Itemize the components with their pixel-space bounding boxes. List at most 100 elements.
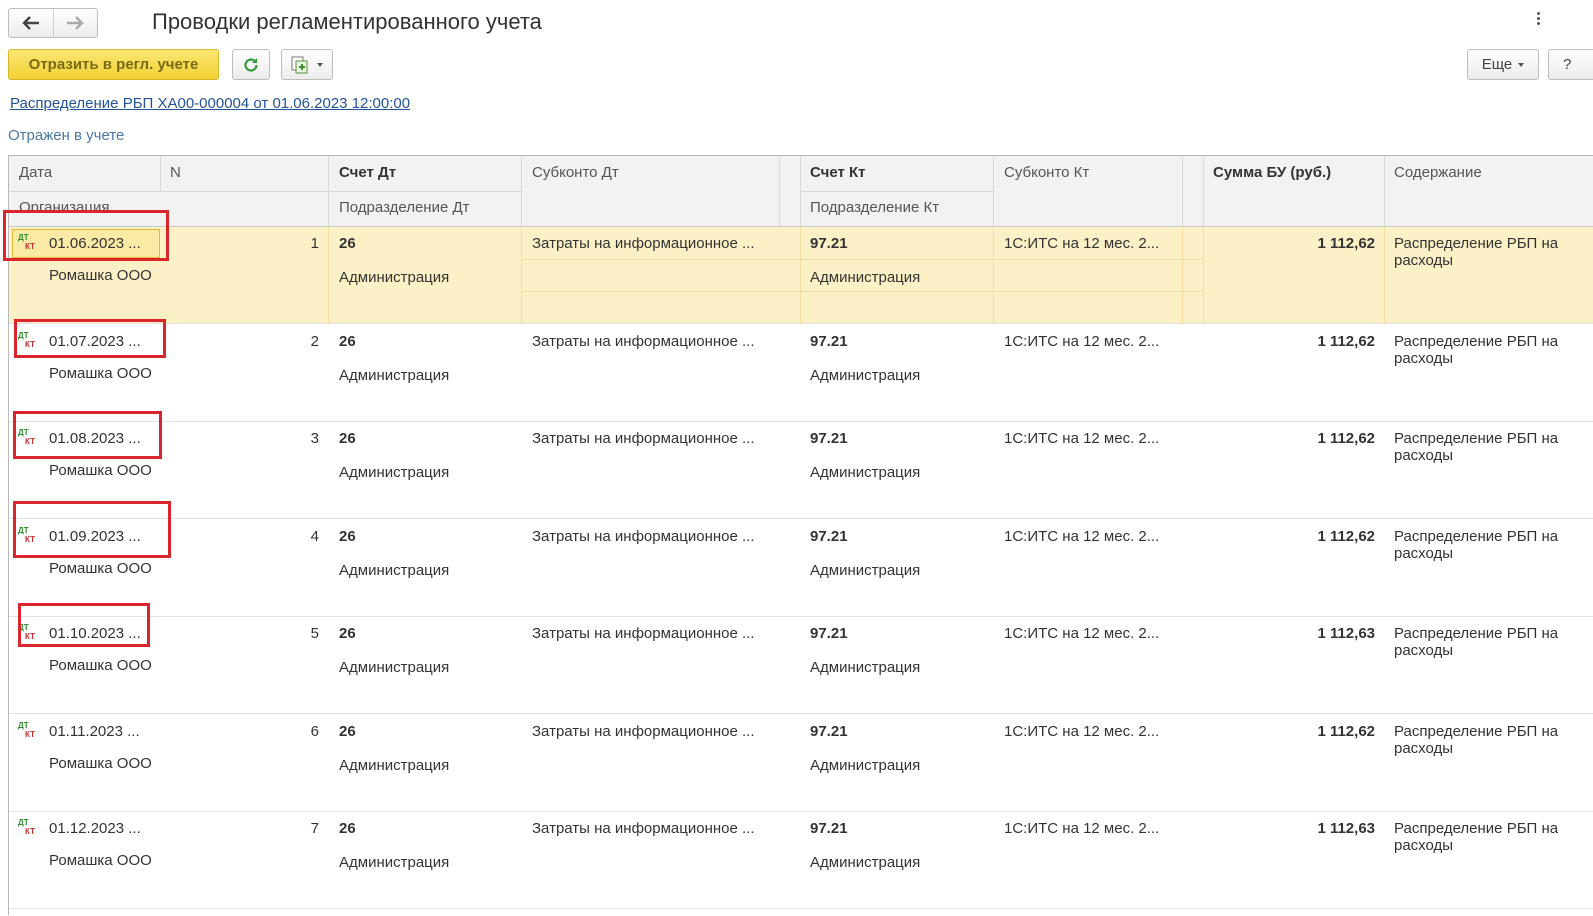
date-cell[interactable]: 01.11.2023 ... bbox=[49, 723, 140, 740]
account-dt-cell[interactable]: 26 bbox=[339, 430, 356, 447]
subconto-dt-cell[interactable]: Затраты на информационное ... bbox=[532, 625, 755, 642]
content-cell-line1[interactable]: Распределение РБП на bbox=[1394, 430, 1558, 447]
number-cell[interactable]: 6 bbox=[259, 723, 319, 740]
table-row[interactable]: ДТ КТ 01.12.2023 ... 7 Ромашка ООО 26 Админист… bbox=[9, 812, 1593, 909]
subconto-kt-cell[interactable]: 1С:ИТС на 12 мес. 2... bbox=[1004, 625, 1159, 642]
division-kt-cell[interactable]: Администрация bbox=[810, 367, 920, 384]
refresh-button[interactable] bbox=[232, 49, 270, 80]
more-vertical-icon[interactable] bbox=[1534, 12, 1542, 32]
column-header-subconto-kt[interactable]: Субконто Кт bbox=[1004, 164, 1089, 181]
more-button[interactable]: Еще bbox=[1467, 49, 1539, 80]
subconto-kt-cell[interactable]: 1С:ИТС на 12 мес. 2... bbox=[1004, 723, 1159, 740]
subconto-kt-cell[interactable]: 1С:ИТС на 12 мес. 2... bbox=[1004, 235, 1159, 252]
number-cell[interactable]: 3 bbox=[259, 430, 319, 447]
number-cell[interactable]: 5 bbox=[259, 625, 319, 642]
document-link[interactable]: Распределение РБП ХА00-000004 от 01.06.2… bbox=[10, 95, 410, 112]
division-dt-cell[interactable]: Администрация bbox=[339, 269, 449, 286]
account-kt-cell[interactable]: 97.21 bbox=[810, 528, 848, 545]
table-row[interactable]: ДТ КТ 01.09.2023 ... 4 Ромашка ООО 26 Админист… bbox=[9, 520, 1593, 617]
column-header-content[interactable]: Содержание bbox=[1394, 164, 1482, 181]
content-cell-line2[interactable]: расходы bbox=[1394, 447, 1453, 464]
account-dt-cell[interactable]: 26 bbox=[339, 333, 356, 350]
content-cell-line2[interactable]: расходы bbox=[1394, 545, 1453, 562]
subconto-dt-cell[interactable]: Затраты на информационное ... bbox=[532, 528, 755, 545]
subconto-dt-cell[interactable]: Затраты на информационное ... bbox=[532, 430, 755, 447]
account-kt-cell[interactable]: 97.21 bbox=[810, 235, 848, 252]
organization-cell[interactable]: Ромашка ООО bbox=[49, 365, 152, 382]
column-header-division-kt[interactable]: Подразделение Кт bbox=[810, 199, 939, 216]
number-cell[interactable]: 1 bbox=[259, 235, 319, 252]
division-kt-cell[interactable]: Администрация bbox=[810, 854, 920, 871]
subconto-kt-cell[interactable]: 1С:ИТС на 12 мес. 2... bbox=[1004, 333, 1159, 350]
column-header-date[interactable]: Дата bbox=[19, 164, 52, 181]
table-row[interactable]: ДТ КТ 01.11.2023 ... 6 Ромашка ООО 26 Админист… bbox=[9, 715, 1593, 812]
division-dt-cell[interactable]: Администрация bbox=[339, 659, 449, 676]
sum-cell[interactable]: 1 112,62 bbox=[1223, 528, 1375, 545]
account-kt-cell[interactable]: 97.21 bbox=[810, 333, 848, 350]
content-cell-line1[interactable]: Распределение РБП на bbox=[1394, 723, 1558, 740]
content-cell-line2[interactable]: расходы bbox=[1394, 642, 1453, 659]
division-dt-cell[interactable]: Администрация bbox=[339, 757, 449, 774]
number-cell[interactable]: 4 bbox=[259, 528, 319, 545]
division-dt-cell[interactable]: Администрация bbox=[339, 464, 449, 481]
report-menu-button[interactable] bbox=[281, 49, 333, 80]
content-cell-line1[interactable]: Распределение РБП на bbox=[1394, 333, 1558, 350]
column-header-account-kt[interactable]: Счет Кт bbox=[810, 164, 866, 181]
subconto-dt-cell[interactable]: Затраты на информационное ... bbox=[532, 235, 755, 252]
division-kt-cell[interactable]: Администрация bbox=[810, 659, 920, 676]
subconto-dt-cell[interactable]: Затраты на информационное ... bbox=[532, 723, 755, 740]
division-kt-cell[interactable]: Администрация bbox=[810, 562, 920, 579]
subconto-kt-cell[interactable]: 1С:ИТС на 12 мес. 2... bbox=[1004, 528, 1159, 545]
subconto-dt-cell[interactable]: Затраты на информационное ... bbox=[532, 820, 755, 837]
account-dt-cell[interactable]: 26 bbox=[339, 528, 356, 545]
table-row[interactable]: ДТ КТ 01.10.2023 ... 5 Ромашка ООО 26 Админист… bbox=[9, 617, 1593, 714]
division-dt-cell[interactable]: Администрация bbox=[339, 854, 449, 871]
back-button[interactable] bbox=[9, 9, 53, 37]
help-button[interactable]: ? bbox=[1548, 49, 1593, 80]
number-cell[interactable]: 7 bbox=[259, 820, 319, 837]
content-cell-line1[interactable]: Распределение РБП на bbox=[1394, 625, 1558, 642]
organization-cell[interactable]: Ромашка ООО bbox=[49, 462, 152, 479]
table-row[interactable]: ДТ КТ 01.08.2023 ... 3 Ромашка ООО 26 Админист… bbox=[9, 422, 1593, 519]
column-header-n[interactable]: N bbox=[170, 164, 181, 181]
sum-cell[interactable]: 1 112,63 bbox=[1223, 820, 1375, 837]
subconto-dt-cell[interactable]: Затраты на информационное ... bbox=[532, 333, 755, 350]
division-kt-cell[interactable]: Администрация bbox=[810, 269, 920, 286]
subconto-kt-cell[interactable]: 1С:ИТС на 12 мес. 2... bbox=[1004, 430, 1159, 447]
organization-cell[interactable]: Ромашка ООО bbox=[49, 560, 152, 577]
account-kt-cell[interactable]: 97.21 bbox=[810, 430, 848, 447]
organization-cell[interactable]: Ромашка ООО bbox=[49, 755, 152, 772]
content-cell-line1[interactable]: Распределение РБП на bbox=[1394, 820, 1558, 837]
column-header-sum[interactable]: Сумма БУ (руб.) bbox=[1213, 164, 1331, 181]
column-header-account-dt[interactable]: Счет Дт bbox=[339, 164, 396, 181]
account-dt-cell[interactable]: 26 bbox=[339, 723, 356, 740]
account-kt-cell[interactable]: 97.21 bbox=[810, 625, 848, 642]
table-row[interactable]: ДТ КТ 01.07.2023 ... 2 Ромашка ООО 26 Админист… bbox=[9, 325, 1593, 422]
sum-cell[interactable]: 1 112,62 bbox=[1223, 333, 1375, 350]
content-cell-line1[interactable]: Распределение РБП на bbox=[1394, 528, 1558, 545]
column-header-subconto-dt[interactable]: Субконто Дт bbox=[532, 164, 619, 181]
division-kt-cell[interactable]: Администрация bbox=[810, 757, 920, 774]
sum-cell[interactable]: 1 112,62 bbox=[1223, 430, 1375, 447]
organization-cell[interactable]: Ромашка ООО bbox=[49, 267, 152, 284]
division-dt-cell[interactable]: Администрация bbox=[339, 367, 449, 384]
reflect-in-accounting-button[interactable]: Отразить в регл. учете bbox=[8, 49, 219, 80]
account-dt-cell[interactable]: 26 bbox=[339, 820, 356, 837]
content-cell-line1[interactable]: Распределение РБП на bbox=[1394, 235, 1558, 252]
content-cell-line2[interactable]: расходы bbox=[1394, 740, 1453, 757]
sum-cell[interactable]: 1 112,62 bbox=[1223, 723, 1375, 740]
sum-cell[interactable]: 1 112,62 bbox=[1223, 235, 1375, 252]
subconto-kt-cell[interactable]: 1С:ИТС на 12 мес. 2... bbox=[1004, 820, 1159, 837]
number-cell[interactable]: 2 bbox=[259, 333, 319, 350]
column-header-division-dt[interactable]: Подразделение Дт bbox=[339, 199, 470, 216]
table-row[interactable]: ДТ КТ 01.06.2023 ... 1 Ромашка ООО 26 Админист… bbox=[9, 227, 1593, 324]
forward-button[interactable] bbox=[52, 9, 98, 37]
content-cell-line2[interactable]: расходы bbox=[1394, 837, 1453, 854]
organization-cell[interactable]: Ромашка ООО bbox=[49, 657, 152, 674]
account-dt-cell[interactable]: 26 bbox=[339, 235, 356, 252]
division-kt-cell[interactable]: Администрация bbox=[810, 464, 920, 481]
date-cell[interactable]: 01.12.2023 ... bbox=[49, 820, 141, 837]
organization-cell[interactable]: Ромашка ООО bbox=[49, 852, 152, 869]
content-cell-line2[interactable]: расходы bbox=[1394, 252, 1453, 269]
content-cell-line2[interactable]: расходы bbox=[1394, 350, 1453, 367]
